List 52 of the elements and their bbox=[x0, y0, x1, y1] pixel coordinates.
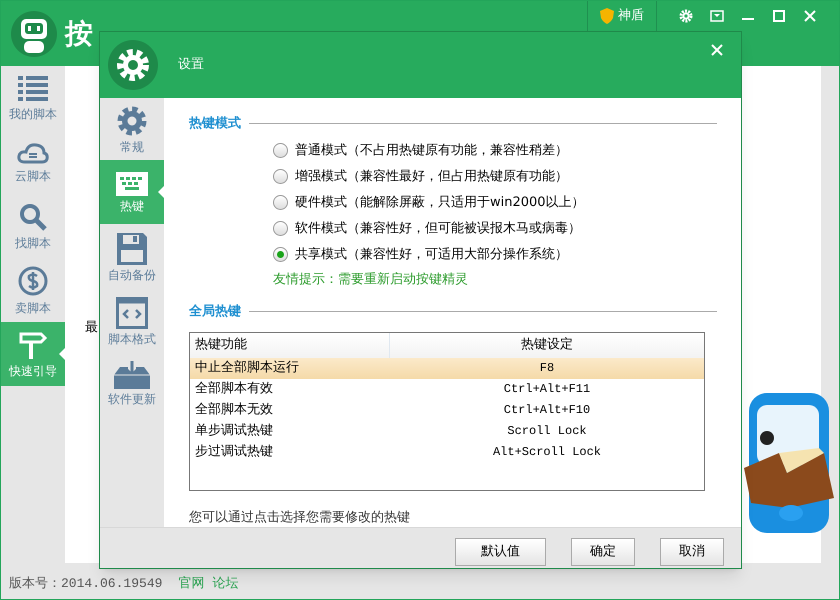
maximize-icon[interactable] bbox=[772, 10, 786, 22]
close-icon[interactable] bbox=[803, 10, 817, 22]
radio-button[interactable] bbox=[273, 247, 288, 262]
table-row[interactable]: 单步调试热键 Scroll Lock bbox=[190, 420, 704, 442]
signpost-icon bbox=[19, 331, 47, 359]
setting-label: 最 bbox=[85, 319, 98, 337]
code-icon bbox=[116, 297, 148, 329]
app-title: 按 bbox=[65, 16, 93, 52]
radio-button[interactable] bbox=[273, 143, 288, 158]
dialog-button[interactable]: 取消 bbox=[660, 538, 724, 566]
sidebar-item[interactable]: 我的脚本 bbox=[1, 66, 65, 130]
gear-icon bbox=[116, 105, 148, 137]
radio-label[interactable]: 硬件模式（能解除屏蔽，只适用于win2000以上） bbox=[295, 192, 585, 212]
column-header[interactable]: 热键设定 bbox=[390, 332, 704, 358]
section-title: 全局热键 bbox=[189, 303, 241, 321]
table-row[interactable]: 全部脚本无效 Ctrl+Alt+F10 bbox=[190, 400, 704, 420]
table-row[interactable]: 步过调试热键 Alt+Scroll Lock bbox=[190, 442, 704, 462]
radio-label[interactable]: 普通模式（不占用热键原有功能，兼容性稍差） bbox=[295, 140, 568, 160]
table-row[interactable]: 中止全部脚本运行 F8 bbox=[190, 358, 704, 378]
keyboard-icon bbox=[116, 172, 148, 196]
sidebar-item[interactable]: 找脚本 bbox=[1, 194, 65, 258]
dropdown-icon[interactable] bbox=[710, 10, 724, 22]
settings-icon[interactable] bbox=[679, 9, 693, 23]
robot-logo-icon bbox=[11, 10, 57, 56]
search-icon bbox=[19, 203, 47, 231]
sidebar-item[interactable]: 云脚本 bbox=[1, 130, 65, 194]
settings-tab[interactable]: 脚本格式 bbox=[100, 289, 164, 353]
radio-label[interactable]: 共享模式（兼容性好，可适用大部分操作系统） bbox=[295, 244, 568, 264]
sidebar-item[interactable]: 卖脚本 bbox=[1, 258, 65, 322]
dialog-button[interactable]: 默认值 bbox=[455, 538, 546, 566]
settings-tab[interactable]: 软件更新 bbox=[100, 353, 164, 413]
dollar-icon bbox=[18, 266, 48, 296]
version-text: 版本号：2014.06.19549 bbox=[9, 575, 162, 594]
list-icon bbox=[18, 76, 48, 102]
table-row[interactable]: 全部脚本有效 Ctrl+Alt+F11 bbox=[190, 378, 704, 400]
radio-button[interactable] bbox=[273, 195, 288, 210]
close-icon[interactable] bbox=[711, 44, 723, 56]
dialog-title: 设置 bbox=[178, 56, 204, 74]
dialog-button[interactable]: 确定 bbox=[571, 538, 635, 566]
radio-label[interactable]: 增强模式（兼容性最好，但占用热键原有功能） bbox=[295, 166, 568, 186]
settings-tab[interactable]: 常规 bbox=[100, 98, 164, 160]
hint-text: 友情提示：需要重新启动按键精灵 bbox=[272, 270, 469, 288]
settings-tab[interactable]: 自动备份 bbox=[100, 224, 164, 289]
section-title: 热键模式 bbox=[189, 115, 241, 133]
radio-button[interactable] bbox=[273, 169, 288, 184]
shield-icon bbox=[600, 8, 614, 24]
download-tray-icon bbox=[114, 361, 150, 389]
note-text: 您可以通过点击选择您需要修改的热键 bbox=[189, 508, 411, 526]
gear-icon bbox=[108, 40, 158, 90]
radio-button[interactable] bbox=[273, 221, 288, 236]
cloud-icon bbox=[17, 142, 49, 164]
radio-label[interactable]: 软件模式（兼容性好，但可能被误报木马或病毒） bbox=[295, 218, 581, 238]
